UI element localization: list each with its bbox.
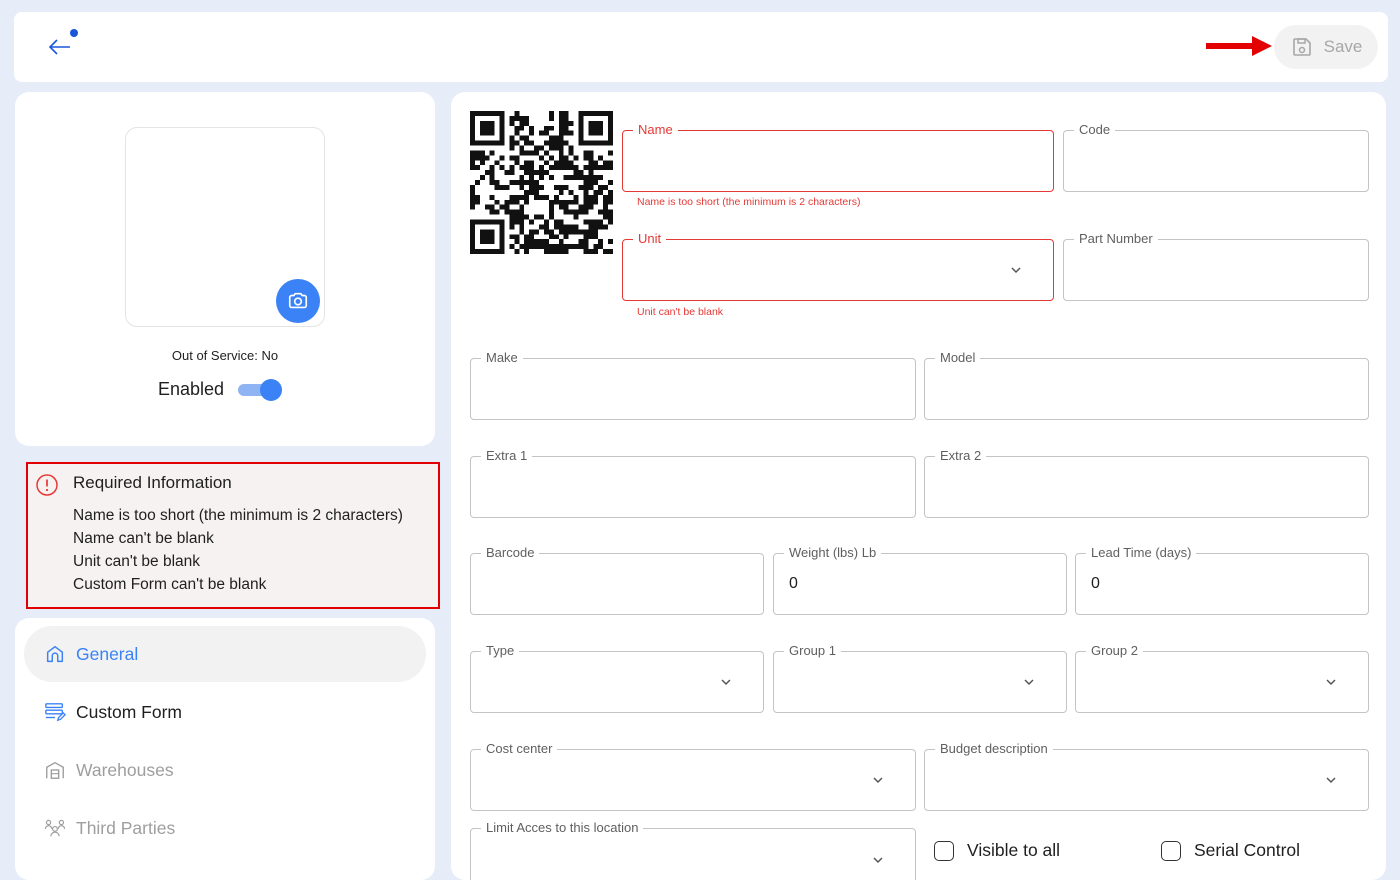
required-information-title: Required Information	[73, 473, 232, 492]
visible-to-all-label: Visible to all	[967, 840, 1061, 860]
unit-error: Unit can't be blank	[637, 306, 724, 318]
enabled-toggle[interactable]	[238, 378, 283, 401]
out-of-service-status: Out of Service: No	[171, 348, 279, 363]
nav-item-label: General	[76, 643, 139, 664]
name-error: Name is too short (the minimum is 2 char…	[637, 196, 861, 208]
extra1-label: Extra 1	[481, 448, 533, 464]
enabled-label: Enabled	[158, 378, 225, 399]
chevron-down-icon	[1024, 679, 1034, 686]
nav-item-warehouses[interactable]: Warehouses	[24, 742, 426, 798]
checkbox-box[interactable]	[1161, 840, 1181, 861]
unit-label: Unit	[633, 231, 667, 247]
chevron-down-icon	[721, 679, 731, 686]
lead-time-field[interactable]: Lead Time (days) 0	[1075, 545, 1369, 615]
chevron-down-icon	[873, 777, 883, 784]
floppy-disk-icon	[1292, 38, 1311, 56]
part-number-field[interactable]: Part Number	[1063, 231, 1369, 301]
error-circle-icon	[36, 474, 58, 496]
budget-description-label: Budget description	[935, 741, 1053, 757]
item-image-card: Out of Service: No Enabled	[15, 92, 435, 446]
code-field[interactable]: Code	[1063, 122, 1369, 192]
lead-time-label: Lead Time (days)	[1086, 545, 1197, 561]
limit-access-label: Limit Acces to this location	[481, 820, 644, 836]
item-photo	[125, 127, 325, 327]
camera-icon	[288, 292, 308, 309]
unit-select[interactable]: Unit	[622, 231, 1054, 301]
visible-to-all-checkbox[interactable]: Visible to all	[934, 840, 1060, 861]
lead-time-value: 0	[1091, 575, 1100, 592]
nav-item-general[interactable]: General	[24, 626, 426, 682]
name-field[interactable]: Name	[622, 122, 1054, 192]
nav-item-label: Third Parties	[76, 817, 176, 838]
nav-item-label: Warehouses	[76, 759, 174, 780]
cost-center-select[interactable]: Cost center	[470, 741, 916, 811]
form-edit-icon	[44, 701, 66, 723]
nav-item-third-parties[interactable]: Third Parties	[24, 800, 426, 856]
serial-control-label: Serial Control	[1194, 840, 1301, 860]
model-field[interactable]: Model	[924, 350, 1369, 420]
required-item: Unit can't be blank	[73, 553, 201, 570]
group1-label: Group 1	[784, 643, 841, 659]
arrow-left-icon	[48, 39, 70, 55]
save-label: Save	[1323, 37, 1363, 56]
people-icon	[44, 817, 66, 839]
notification-dot	[70, 29, 78, 37]
part-number-label: Part Number	[1074, 231, 1158, 247]
nav-item-custom-form[interactable]: Custom Form	[24, 684, 426, 740]
barcode-field[interactable]: Barcode	[470, 545, 764, 615]
required-item: Name is too short (the minimum is 2 char…	[73, 507, 403, 524]
item-details-form: Name Name is too short (the minimum is 2…	[451, 92, 1386, 880]
cost-center-label: Cost center	[481, 741, 558, 757]
weight-label: Weight (lbs) Lb	[784, 545, 882, 561]
type-label: Type	[481, 643, 520, 659]
checkbox-box[interactable]	[934, 840, 954, 861]
top-bar	[14, 12, 1388, 82]
annotation-arrow-icon	[1206, 36, 1272, 56]
group1-select[interactable]: Group 1	[773, 643, 1067, 713]
enabled-row: Enabled	[158, 378, 283, 401]
toggle-knob	[260, 379, 283, 401]
serial-control-checkbox[interactable]: Serial Control	[1161, 840, 1300, 861]
home-icon	[44, 643, 66, 665]
group2-select[interactable]: Group 2	[1075, 643, 1369, 713]
name-label: Name	[633, 122, 678, 138]
code-label: Code	[1074, 122, 1116, 138]
group2-label: Group 2	[1086, 643, 1143, 659]
model-label: Model	[935, 350, 981, 366]
chevron-down-icon	[1326, 777, 1336, 784]
warehouse-icon	[44, 759, 66, 781]
barcode-label: Barcode	[481, 545, 540, 561]
required-item: Name can't be blank	[73, 530, 214, 547]
required-information-list: Name is too short (the minimum is 2 char…	[73, 504, 403, 596]
section-nav: General Custom Form Warehouses Third Par…	[15, 618, 435, 880]
upload-photo-button[interactable]	[276, 279, 320, 323]
extra2-field[interactable]: Extra 2	[924, 448, 1369, 518]
nav-item-label: Custom Form	[76, 701, 182, 722]
budget-description-select[interactable]: Budget description	[924, 741, 1369, 811]
make-field[interactable]: Make	[470, 350, 916, 420]
extra1-field[interactable]: Extra 1	[470, 448, 916, 518]
required-item: Custom Form can't be blank	[73, 576, 267, 593]
back-button[interactable]	[44, 32, 84, 62]
chevron-down-icon	[1011, 267, 1021, 274]
make-label: Make	[481, 350, 523, 366]
save-button[interactable]: Save	[1274, 25, 1378, 69]
weight-field[interactable]: Weight (lbs) Lb 0	[773, 545, 1067, 615]
limit-access-select[interactable]: Limit Acces to this location	[470, 820, 916, 880]
required-information-panel: Required Information Name is too short (…	[26, 462, 440, 609]
type-select[interactable]: Type	[470, 643, 764, 713]
chevron-down-icon	[1326, 679, 1336, 686]
chevron-down-icon	[873, 857, 883, 864]
qr-code-icon	[470, 111, 613, 254]
extra2-label: Extra 2	[935, 448, 987, 464]
weight-value: 0	[789, 575, 798, 592]
